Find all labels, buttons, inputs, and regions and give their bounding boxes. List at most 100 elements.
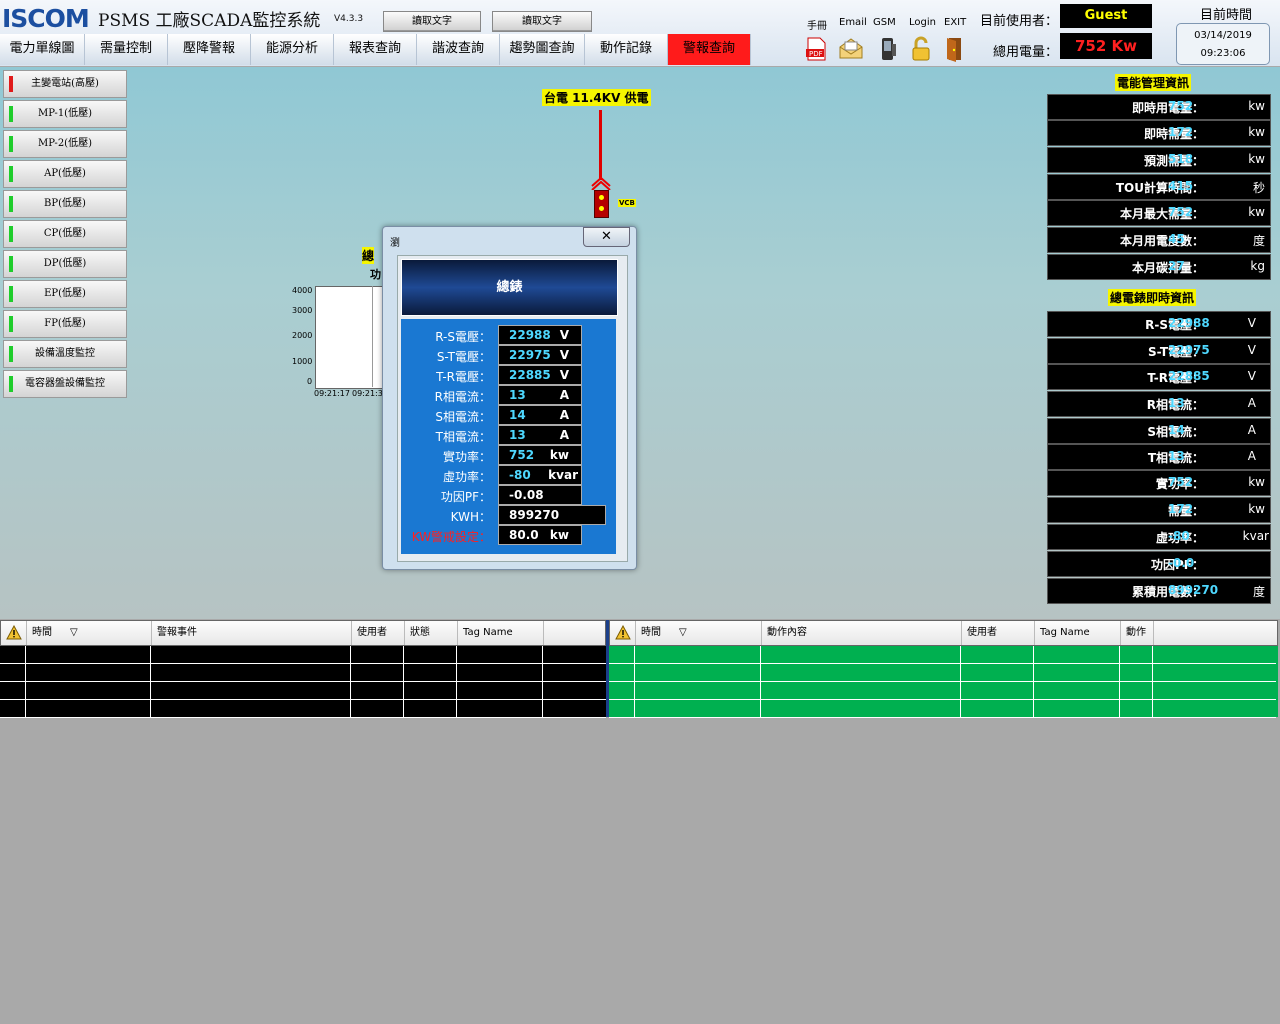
- reading-value: 80.0: [509, 528, 539, 542]
- table-row[interactable]: [609, 664, 1276, 682]
- table-cell: [761, 646, 961, 663]
- sidebar-item-equipment-temp[interactable]: 設備溫度監控: [3, 340, 127, 368]
- info-value: 172: [1168, 502, 1194, 516]
- table-cell: [351, 700, 404, 717]
- reading-power-factor: 功因PF： -0.08: [401, 485, 616, 505]
- tab-trend-query[interactable]: 趨勢圖查詢: [500, 34, 585, 65]
- table-cell: [1034, 646, 1120, 663]
- current-user-value: Guest: [1060, 4, 1152, 28]
- sidebar-item-bp[interactable]: BP(低壓): [3, 190, 127, 218]
- table-row[interactable]: [609, 682, 1276, 700]
- reading-unit: A: [559, 408, 569, 422]
- sidebar-item-main-substation[interactable]: 主變電站(高壓): [3, 70, 127, 98]
- sidebar-item-label: FP(低壓): [44, 318, 86, 329]
- exit-door-icon[interactable]: [942, 36, 968, 62]
- total-power-value: 752 Kw: [1060, 33, 1152, 59]
- col-alarm-event[interactable]: 警報事件: [152, 621, 352, 645]
- column-label: 時間: [32, 627, 52, 638]
- info-label: 本月用電度數：: [1119, 234, 1204, 248]
- supply-label: 台電 11.4KV 供電: [542, 89, 651, 106]
- col-user[interactable]: 使用者: [962, 621, 1035, 645]
- status-indicator: [9, 106, 13, 122]
- email-link[interactable]: Email: [839, 17, 867, 28]
- reading-box: 899270: [498, 505, 606, 525]
- tab-demand-control[interactable]: 需量控制: [85, 34, 168, 65]
- col-action[interactable]: 動作: [1121, 621, 1154, 645]
- col-user[interactable]: 使用者: [352, 621, 405, 645]
- tab-report-query[interactable]: 報表查詢: [334, 34, 417, 65]
- lock-icon[interactable]: [908, 36, 934, 62]
- x-tick: 09:21:17: [314, 389, 350, 398]
- info-unit: kw: [1248, 475, 1265, 489]
- read-text-button-2[interactable]: 讀取文字: [492, 11, 592, 32]
- col-tag-name[interactable]: Tag Name: [1035, 621, 1121, 645]
- tab-energy-analysis[interactable]: 能源分析: [251, 34, 334, 65]
- energy-row: 即時需量： 172 kw: [1047, 120, 1271, 146]
- col-tag-name[interactable]: Tag Name: [458, 621, 544, 645]
- table-row[interactable]: [0, 664, 606, 682]
- reading-value: -0.08: [509, 488, 544, 502]
- sidebar-item-cp[interactable]: CP(低壓): [3, 220, 127, 248]
- sidebar-item-fp[interactable]: FP(低壓): [3, 310, 127, 338]
- manual-link[interactable]: 手冊: [807, 17, 827, 32]
- read-text-button-1[interactable]: 讀取文字: [383, 11, 481, 32]
- table-row[interactable]: [0, 682, 606, 700]
- tab-single-line-diagram[interactable]: 電力單線圖: [0, 34, 85, 65]
- info-unit: V: [1247, 316, 1256, 330]
- sidebar-item-dp[interactable]: DP(低壓): [3, 250, 127, 278]
- info-value: 172: [1168, 125, 1194, 139]
- table-cell: [26, 664, 151, 681]
- table-cell: [1120, 700, 1153, 717]
- current-date: 03/14/2019: [1194, 30, 1252, 41]
- meter-row: 需量： 172 kw: [1047, 497, 1271, 523]
- sidebar-item-capacitor-panel[interactable]: 電容器盤設備監控: [3, 370, 127, 398]
- tab-voltage-drop-alarm[interactable]: 壓降警報: [168, 34, 251, 65]
- dialog-readings: R-S電壓： 22988 V S-T電壓： 22975 V T-R電壓： 22885 V R…: [401, 319, 616, 554]
- x-tick: 09:21:3: [352, 389, 383, 398]
- vcb-breaker[interactable]: [594, 190, 609, 218]
- col-action-content[interactable]: 動作內容: [762, 621, 962, 645]
- reading-unit: kvar: [548, 468, 578, 482]
- close-icon[interactable]: ✕: [583, 227, 630, 247]
- col-status[interactable]: 狀態: [405, 621, 458, 645]
- tab-harmonic-query[interactable]: 諧波查詢: [417, 34, 500, 65]
- table-row[interactable]: [0, 700, 606, 718]
- sidebar-item-label: 設備溫度監控: [35, 348, 95, 359]
- table-cell: [151, 646, 351, 663]
- gsm-link[interactable]: GSM: [873, 17, 896, 28]
- table-row[interactable]: [0, 646, 606, 664]
- tab-action-log[interactable]: 動作記錄: [585, 34, 668, 65]
- table-row[interactable]: [609, 700, 1276, 718]
- alarm-table-header: 時間 ▽ 警報事件 使用者 狀態 Tag Name: [0, 620, 606, 646]
- sidebar-item-ep[interactable]: EP(低壓): [3, 280, 127, 308]
- table-cell: [0, 682, 26, 699]
- table-cell: [961, 700, 1034, 717]
- y-tick: 0: [307, 377, 313, 386]
- login-link[interactable]: Login: [909, 17, 936, 28]
- col-time[interactable]: 時間 ▽: [27, 621, 152, 645]
- sidebar-item-mp2[interactable]: MP-2(低壓): [3, 130, 127, 158]
- energy-row: 本月碳排量： 27 kg: [1047, 254, 1271, 280]
- info-unit: kw: [1248, 205, 1265, 219]
- status-indicator: [9, 256, 13, 272]
- breaker-light-icon: [599, 195, 604, 200]
- sidebar-item-mp1[interactable]: MP-1(低壓): [3, 100, 127, 128]
- reading-box[interactable]: 80.0 kw: [498, 525, 582, 545]
- pdf-icon[interactable]: PDF: [803, 36, 829, 62]
- table-row[interactable]: [609, 646, 1276, 664]
- phone-icon[interactable]: [876, 36, 902, 62]
- energy-row: TOU計算時間： 415 秒: [1047, 174, 1271, 200]
- sidebar-item-label: 電容器盤設備監控: [25, 378, 105, 389]
- tab-alarm-query[interactable]: 警報查詢: [668, 34, 751, 65]
- info-value: -0.0: [1168, 556, 1195, 570]
- reading-unit: A: [559, 388, 569, 402]
- sidebar-item-label: AP(低壓): [44, 168, 86, 179]
- sidebar-item-ap[interactable]: AP(低壓): [3, 160, 127, 188]
- reading-value: 752: [509, 448, 535, 462]
- col-time[interactable]: 時間 ▽: [636, 621, 762, 645]
- table-cell: [1120, 664, 1153, 681]
- table-cell: [0, 664, 26, 681]
- info-value: 22885: [1168, 369, 1210, 383]
- email-icon[interactable]: [838, 36, 864, 62]
- exit-link[interactable]: EXIT: [944, 17, 966, 28]
